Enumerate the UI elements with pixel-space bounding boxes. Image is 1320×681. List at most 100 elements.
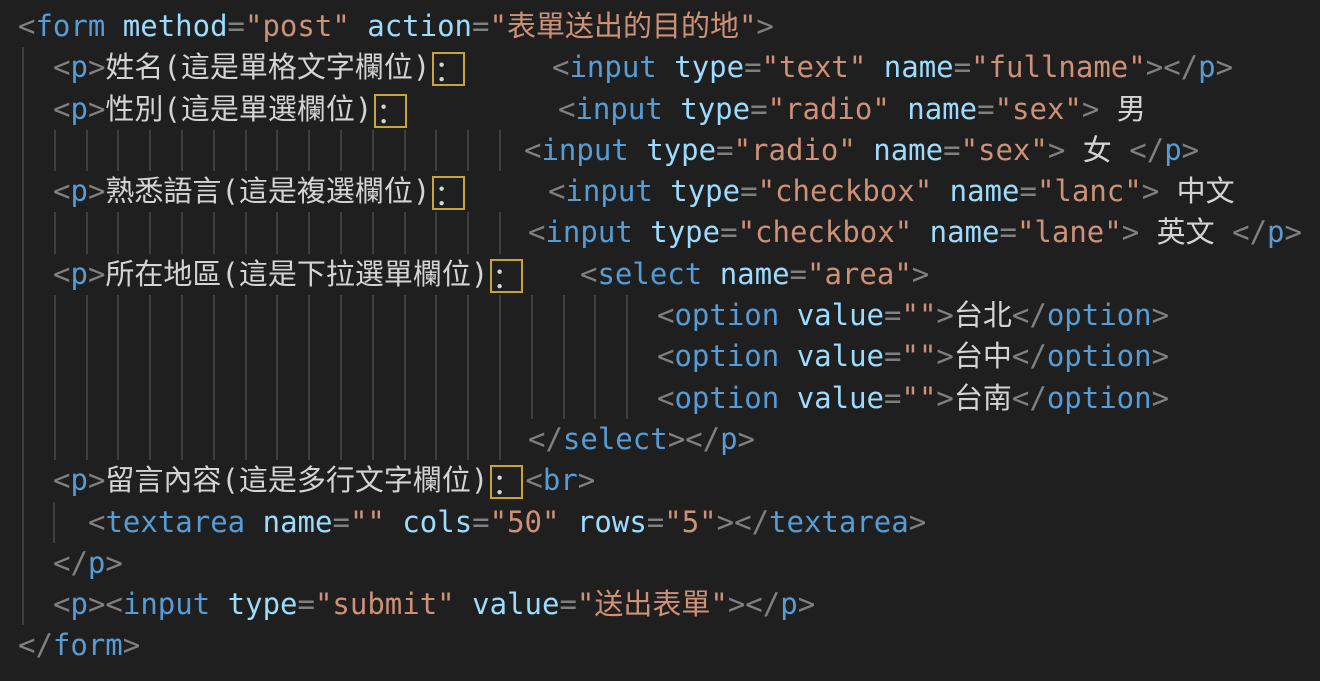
indent-guide [435, 419, 437, 460]
tag-token: p [70, 463, 87, 497]
punctuation-token: < [657, 298, 674, 332]
indent-guide [308, 378, 310, 419]
attribute-token: type [650, 215, 720, 249]
indent-guide [372, 130, 374, 171]
string-token: "radio" [768, 92, 890, 126]
code-line[interactable]: <option value="">台北</option> [0, 295, 1320, 336]
punctuation-token: > [88, 92, 105, 126]
indent-guide [467, 378, 469, 419]
code-line[interactable]: <option value="">台中</option> [0, 336, 1320, 377]
code-line[interactable]: </form> [0, 625, 1320, 666]
attribute-token: action [367, 9, 472, 43]
text-token [653, 174, 670, 208]
tag-token: option [674, 381, 779, 415]
tag-token: p [70, 587, 87, 621]
code-line[interactable]: <input type="checkbox" name="lane"> 英文 <… [0, 212, 1320, 253]
code-segment: <p>性別(這是單選欄位)： [53, 89, 409, 130]
punctuation-token: = [472, 505, 489, 539]
punctuation-token: > [1152, 298, 1169, 332]
punctuation-token: > [909, 505, 926, 539]
indent-guide [22, 584, 24, 625]
indent-guide [435, 378, 437, 419]
punctuation-token: = [884, 381, 901, 415]
indent-guide [181, 378, 183, 419]
string-token: "post" [245, 9, 350, 43]
indent-guide [276, 378, 278, 419]
indent-guide [372, 336, 374, 377]
punctuation-token: = [750, 92, 767, 126]
punctuation-token: </ [1012, 339, 1047, 373]
string-token: "50" [490, 505, 560, 539]
tag-token: option [674, 339, 779, 373]
text-token: 台北 [954, 298, 1012, 332]
text-token: 留言內容(這是多行文字欄位) [105, 463, 488, 497]
code-line[interactable]: <p>熟悉語言(這是複選欄位)： <input type="checkbox" n… [0, 171, 1320, 212]
punctuation-token: > [1285, 215, 1302, 249]
text-token [633, 215, 650, 249]
code-line[interactable]: <form method="post" action="表單送出的目的地"> [0, 6, 1320, 47]
punctuation-token: = [884, 298, 901, 332]
indent-guide [53, 502, 55, 543]
tag-token: p [720, 422, 737, 456]
punctuation-token: = [740, 174, 757, 208]
indent-guide [181, 130, 183, 171]
punctuation-token: > [728, 587, 745, 621]
text-token [932, 174, 949, 208]
text-token: 女 [1065, 133, 1129, 167]
attribute-token: type [680, 92, 750, 126]
punctuation-token: = [943, 133, 960, 167]
code-segment: <input type="checkbox" name="lanc"> 中文 [548, 171, 1235, 212]
tag-token: p [70, 174, 87, 208]
text-token: 台中 [954, 339, 1012, 373]
code-line[interactable]: </p> [0, 543, 1320, 584]
code-line[interactable]: </select></p> [0, 419, 1320, 460]
attribute-token: method [123, 9, 228, 43]
text-token: 英文 [1139, 215, 1232, 249]
code-line[interactable]: <p>姓名(這是單格文字欄位)：<input type="text" name=… [0, 47, 1320, 88]
indent-guide [340, 419, 342, 460]
indent-guide [340, 295, 342, 336]
code-line[interactable]: <p>性別(這是單選欄位)：<input type="radio" name="… [0, 89, 1320, 130]
indent-guide [404, 212, 406, 253]
indent-guide [435, 336, 437, 377]
tag-token: p [1267, 215, 1284, 249]
code-line[interactable]: <p>留言內容(這是多行文字欄位)：<br> [0, 460, 1320, 501]
indent-guide [372, 295, 374, 336]
text-token [350, 9, 367, 43]
punctuation-token: > [1152, 339, 1169, 373]
code-segment: <p>熟悉語言(這是複選欄位)： [53, 171, 467, 212]
attribute-token: type [674, 50, 744, 84]
punctuation-token: </ [1163, 50, 1198, 84]
attribute-token: name [884, 50, 954, 84]
indent-guide [181, 212, 183, 253]
indent-guide [22, 212, 24, 253]
indent-guide [467, 419, 469, 460]
code-editor[interactable]: <form method="post" action="表單送出的目的地"><p… [0, 0, 1320, 681]
code-line[interactable]: <p><input type="submit" value="送出表單"></p… [0, 584, 1320, 625]
indent-guide [404, 419, 406, 460]
punctuation-token: = [472, 9, 489, 43]
punctuation-token: = [559, 587, 576, 621]
tag-token: p [1198, 50, 1215, 84]
punctuation-token: </ [745, 587, 780, 621]
indent-guide [149, 212, 151, 253]
punctuation-token: > [88, 463, 105, 497]
code-line[interactable]: <textarea name="" cols="50" rows="5"></t… [0, 502, 1320, 543]
code-line[interactable]: <input type="radio" name="sex"> 女 </p> [0, 130, 1320, 171]
indent-guide [54, 419, 56, 460]
string-token: "" [901, 381, 936, 415]
indent-guide [213, 212, 215, 253]
indent-guide [626, 295, 628, 336]
attribute-token: type [646, 133, 716, 167]
code-line[interactable]: <option value="">台南</option> [0, 378, 1320, 419]
attribute-token: name [720, 257, 790, 291]
code-line[interactable]: <p>所在地區(這是下拉選單欄位)：<select name="area"> [0, 254, 1320, 295]
code-segment: <p>留言內容(這是多行文字欄位)：<br> [53, 460, 595, 501]
indent-guide [86, 295, 88, 336]
text-token [663, 92, 680, 126]
indent-guide [245, 130, 247, 171]
code-segment: <p>姓名(這是單格文字欄位)： [53, 47, 467, 88]
indent-guide [531, 295, 533, 336]
attribute-token: rows [577, 505, 647, 539]
tag-token: input [123, 587, 210, 621]
